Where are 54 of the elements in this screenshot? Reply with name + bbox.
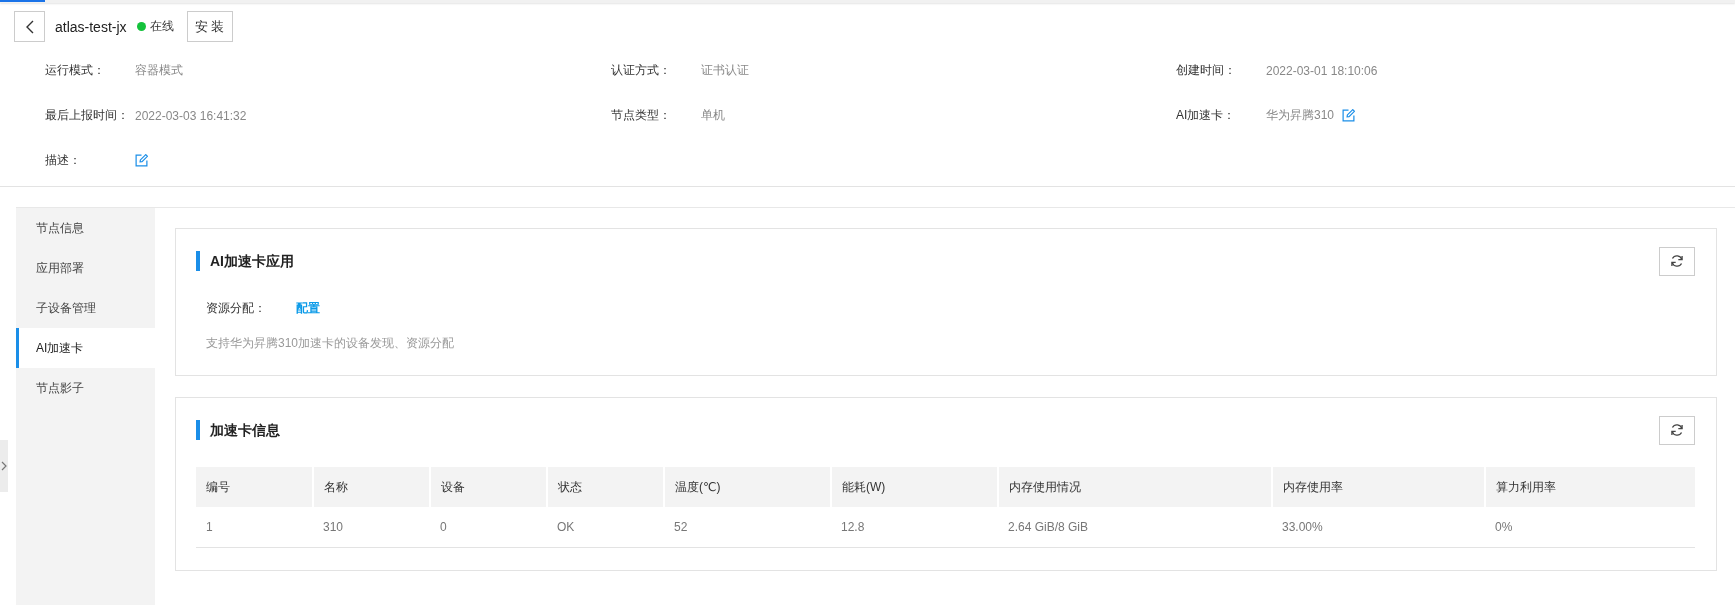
field-value: 证书认证 xyxy=(701,62,749,79)
refresh-icon xyxy=(1670,423,1684,437)
field-label: 资源分配： xyxy=(206,299,267,317)
table-cell: 52 xyxy=(664,507,831,548)
field-value: 2022-03-01 18:10:06 xyxy=(1266,63,1378,78)
table-cell: 310 xyxy=(313,507,430,548)
sidebar-item[interactable]: 节点影子 xyxy=(16,368,155,408)
column-header: 内存使用率 xyxy=(1272,467,1485,507)
column-header: 编号 xyxy=(196,467,313,507)
sidebar-item[interactable]: 节点信息 xyxy=(16,208,155,248)
field-label: 节点类型： xyxy=(611,107,672,124)
edit-icon[interactable] xyxy=(1342,109,1356,122)
column-header: 内存使用情况 xyxy=(998,467,1272,507)
column-header: 状态 xyxy=(547,467,664,507)
table-cell: 33.00% xyxy=(1272,507,1485,548)
install-button[interactable]: 安 装 xyxy=(186,11,233,42)
table-cell: 12.8 xyxy=(831,507,998,548)
column-header: 设备 xyxy=(430,467,547,507)
field-value: 2022-03-03 16:41:32 xyxy=(135,108,247,123)
refresh-button[interactable] xyxy=(1659,246,1695,276)
panel-title: 加速卡信息 xyxy=(196,420,280,440)
field-value: 单机 xyxy=(701,107,725,124)
field-label: 最后上报时间： xyxy=(45,107,130,124)
node-name: atlas-test-jx xyxy=(55,18,127,35)
sidebar-item[interactable]: AI加速卡 xyxy=(16,328,155,368)
status-label: 在线 xyxy=(149,18,174,35)
field-label: 运行模式： xyxy=(45,62,106,79)
table-cell: OK xyxy=(547,507,664,548)
table-cell: 1 xyxy=(196,507,313,548)
field-label: AI加速卡： xyxy=(1176,107,1237,124)
table-cell: 0 xyxy=(430,507,547,548)
table-cell: 2.64 GiB/8 GiB xyxy=(998,507,1272,548)
sidebar-item[interactable]: 应用部署 xyxy=(16,248,155,288)
panel-description: 支持华为昇腾310加速卡的设备发现、资源分配 xyxy=(205,335,456,352)
field-value: 容器模式 xyxy=(135,62,183,79)
field-label: 创建时间： xyxy=(1176,62,1237,79)
edit-icon[interactable] xyxy=(135,154,148,167)
field-value: 华为昇腾310 xyxy=(1266,107,1335,124)
table-cell: 0% xyxy=(1485,507,1695,548)
field-label: 认证方式： xyxy=(611,62,672,79)
refresh-button[interactable] xyxy=(1659,415,1695,445)
chevron-right-icon xyxy=(1,461,7,471)
sidebar-item[interactable]: 子设备管理 xyxy=(16,288,155,328)
column-header: 算力利用率 xyxy=(1485,467,1695,507)
column-header: 名称 xyxy=(313,467,430,507)
field-label: 描述： xyxy=(45,152,82,169)
chevron-left-icon xyxy=(24,19,35,34)
collapse-handle[interactable] xyxy=(0,440,8,492)
column-header: 能耗(W) xyxy=(831,467,998,507)
top-accent-line xyxy=(0,0,45,2)
back-button[interactable] xyxy=(14,11,45,42)
refresh-icon xyxy=(1670,254,1684,268)
panel-title: AI加速卡应用 xyxy=(196,251,294,271)
column-header: 温度(℃) xyxy=(664,467,831,507)
